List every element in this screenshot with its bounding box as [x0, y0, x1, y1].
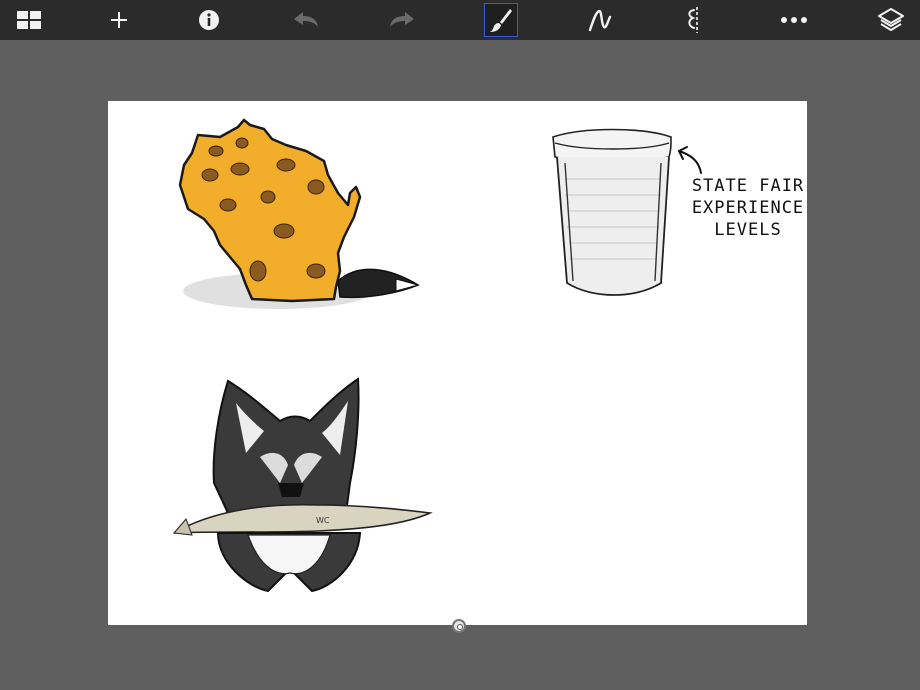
- stroke-icon: [588, 9, 612, 32]
- wisconsin-cheese-drawing: [178, 118, 420, 309]
- annotation-line-1: STATE FAIR: [691, 176, 805, 196]
- fox-with-fish-drawing: WC: [173, 377, 433, 593]
- gallery-button[interactable]: [12, 3, 46, 37]
- cup-drawing: [552, 128, 672, 296]
- brush-tool-button[interactable]: [484, 3, 518, 37]
- top-toolbar: [0, 0, 920, 40]
- fish-signature: WC: [316, 516, 330, 525]
- layers-button[interactable]: [874, 3, 908, 37]
- arrow-drawing: [678, 146, 702, 174]
- brush-icon: [490, 9, 512, 32]
- redo-button[interactable]: [385, 3, 419, 37]
- canvas-resize-handle[interactable]: [452, 619, 466, 633]
- symmetry-icon: [688, 7, 698, 33]
- undo-icon: [294, 12, 318, 27]
- more-button[interactable]: [777, 3, 811, 37]
- more-icon: [781, 17, 807, 23]
- drawing-canvas[interactable]: STATE FAIR EXPERIENCE LEVELS WC: [108, 101, 807, 625]
- undo-button[interactable]: [289, 3, 323, 37]
- annotation-text: STATE FAIR EXPERIENCE LEVELS: [678, 175, 807, 241]
- symmetry-tool-button[interactable]: [680, 3, 714, 37]
- new-button[interactable]: [102, 3, 136, 37]
- info-button[interactable]: [192, 3, 226, 37]
- gallery-grid-icon: [17, 11, 41, 29]
- stroke-tool-button[interactable]: [583, 3, 617, 37]
- annotation-line-3: LEVELS: [714, 220, 782, 240]
- plus-icon: [111, 12, 127, 28]
- annotation-line-2: EXPERIENCE: [691, 198, 805, 218]
- redo-icon: [390, 12, 414, 27]
- layers-icon: [878, 8, 904, 31]
- info-icon: [199, 10, 219, 30]
